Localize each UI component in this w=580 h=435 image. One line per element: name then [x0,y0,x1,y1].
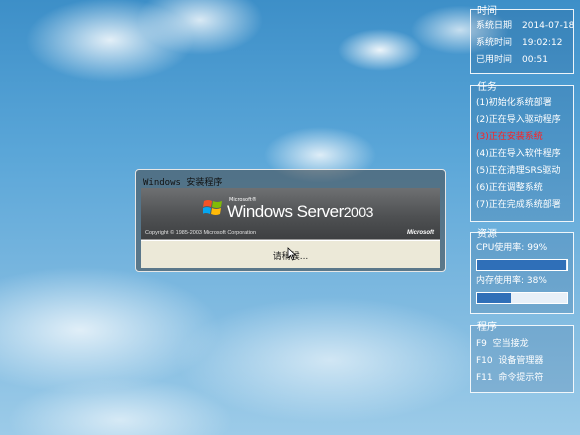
setup-dialog: Windows 安装程序 Microsoft® Windows Server20… [135,169,446,272]
status-area: 请稍候... [141,240,440,268]
system-date-row: 系统日期 2014-07-18 [471,18,575,35]
task-panel: 任务 (1)初始化系统部署 (2)正在导入驱动程序 (3)正在安装系统 (4)正… [470,82,574,222]
memory-usage-bar-fill [477,293,512,303]
product-name-text: Windows Server [227,202,344,221]
cpu-usage-bar-fill [477,260,567,270]
product-name: Windows Server2003 [227,202,373,222]
program-panel: 程序 F9 空当接龙 F10 设备管理器 F11 命令提示符 [470,322,574,393]
cpu-usage-row: CPU使用率: 99% [471,240,573,257]
mouse-cursor-icon [287,247,297,261]
task-item-active: (3)正在安装系统 [476,132,543,142]
task-panel-title: 任务 [477,82,497,93]
system-date-value: 2014-07-18 [522,21,575,31]
task-item: (2)正在导入驱动程序 [476,115,561,125]
program-hotkey: F9 [476,339,487,349]
elapsed-time-label: 已用时间 [476,55,513,65]
system-date-label: 系统日期 [476,21,513,31]
program-panel-title: 程序 [477,322,497,333]
resource-panel-title: 资源 [477,229,497,240]
task-item: (5)正在清理SRS驱动 [476,166,561,176]
system-time-label: 系统时间 [476,38,513,48]
program-hotkey: F10 [476,356,493,366]
task-item: (7)正在完成系统部署 [476,200,561,210]
dialog-title: Windows 安装程序 [143,178,223,188]
cpu-usage-value: 99% [527,243,548,253]
microsoft-logo: Microsoft [407,230,434,236]
product-year: 2003 [343,204,374,220]
program-hotkey: F11 [476,373,493,383]
product-banner: Microsoft® Windows Server2003 Copyright … [141,188,440,240]
system-time-value: 19:02:12 [522,38,563,48]
task-item: (1)初始化系统部署 [476,98,552,108]
windows-flag-icon [203,200,222,215]
program-item-command-prompt[interactable]: F11 命令提示符 [471,370,573,387]
cpu-usage-label: CPU使用率: [476,243,525,253]
memory-usage-value: 38% [526,276,547,286]
program-label: 空当接龙 [492,339,529,349]
system-time-row: 系统时间 19:02:12 [471,35,573,52]
memory-usage-label: 内存使用率: [476,276,525,286]
time-panel-title: 时间 [477,6,497,17]
program-item-device-manager[interactable]: F10 设备管理器 [471,353,573,370]
program-label: 设备管理器 [498,356,544,366]
memory-usage-bar [476,292,568,304]
resource-panel: 资源 CPU使用率: 99% 内存使用率: 38% [470,229,574,314]
elapsed-time-row: 已用时间 00:51 [471,52,573,69]
program-label: 命令提示符 [498,373,544,383]
copyright-text: Copyright © 1985-2003 Microsoft Corporat… [145,230,257,236]
task-item: (4)正在导入软件程序 [476,149,561,159]
cpu-usage-bar [476,259,568,271]
task-item: (6)正在调整系统 [476,183,543,193]
program-item-solitaire[interactable]: F9 空当接龙 [471,336,573,353]
elapsed-time-value: 00:51 [522,55,548,65]
time-panel: 时间 系统日期 2014-07-18 系统时间 19:02:12 已用时间 00:51 [470,6,575,74]
memory-usage-row: 内存使用率: 38% [471,273,573,290]
